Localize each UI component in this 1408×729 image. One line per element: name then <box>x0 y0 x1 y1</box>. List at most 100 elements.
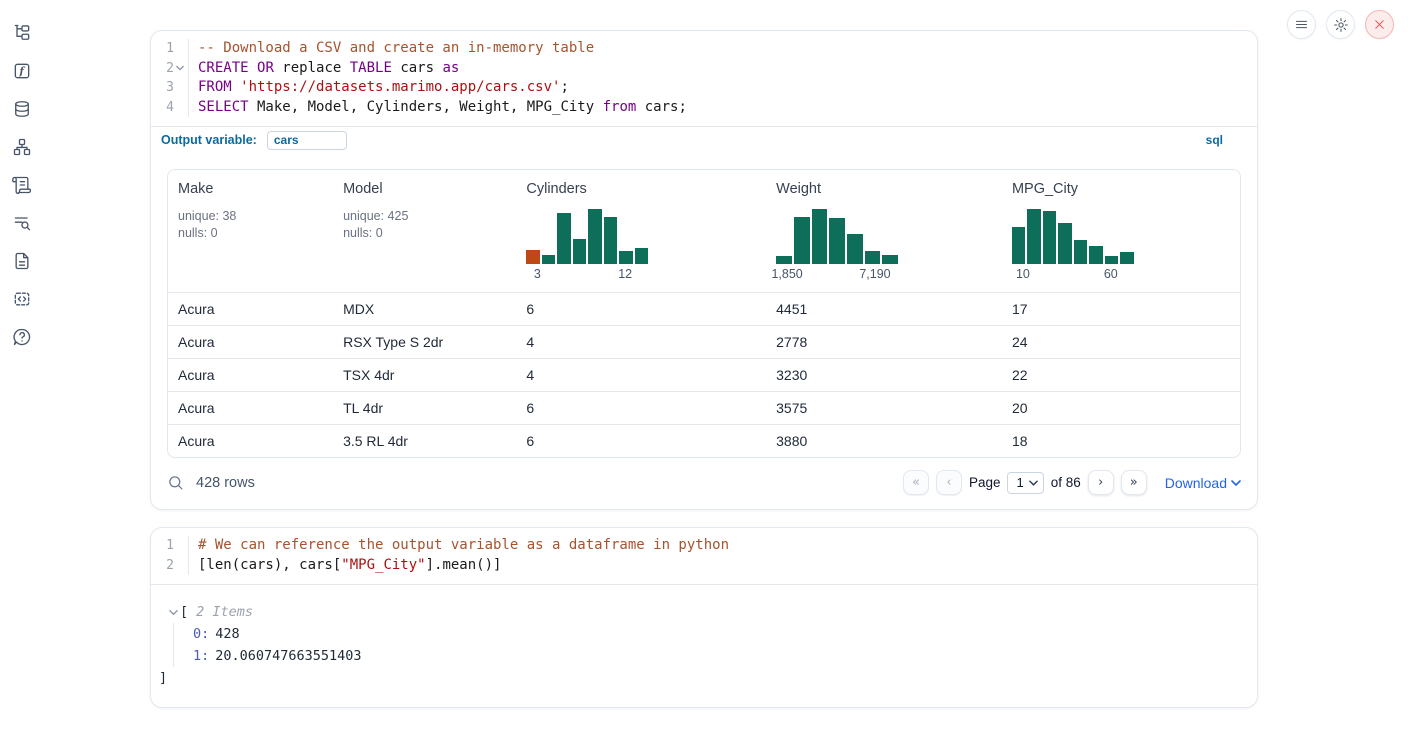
table-row[interactable]: AcuraRSX Type S 2dr4277824 <box>168 325 1240 358</box>
file-explorer-icon[interactable] <box>11 22 33 44</box>
table-cell: 17 <box>1002 292 1240 325</box>
weight-histogram: 1,8507,190 <box>776 209 898 282</box>
logs-search-icon[interactable] <box>11 212 33 234</box>
last-page-button[interactable]: » <box>1121 470 1147 495</box>
output-variable-input[interactable] <box>267 131 347 150</box>
tree-entry: 0:428 <box>193 623 1257 645</box>
table-row[interactable]: AcuraMDX6445117 <box>168 292 1240 325</box>
code-line[interactable]: 2CREATE OR replace TABLE cars as <box>151 59 1257 79</box>
python-cell: 1# We can reference the output variable … <box>150 527 1258 708</box>
menu-icon[interactable] <box>1287 10 1316 39</box>
line-number: 2 <box>151 59 189 79</box>
mpg-city-histogram: 10 60 <box>1012 209 1134 282</box>
histogram-bar <box>1089 246 1103 263</box>
code-line[interactable]: 1-- Download a CSV and create an in-memo… <box>151 39 1257 59</box>
histogram-bar <box>526 250 540 264</box>
code-line[interactable]: 4SELECT Make, Model, Cylinders, Weight, … <box>151 98 1257 118</box>
next-page-button[interactable]: › <box>1088 470 1114 495</box>
table-cell: RSX Type S 2dr <box>333 325 516 358</box>
histogram-bar <box>557 213 571 263</box>
sql-output: Make unique: 38 nulls: 0 Model <box>151 169 1257 509</box>
download-button[interactable]: Download <box>1165 475 1241 491</box>
snippets-icon[interactable] <box>11 288 33 310</box>
histogram-bar <box>542 255 556 264</box>
scratchpad-scroll-icon[interactable] <box>11 174 33 196</box>
table-footer: 428 rows « ‹ Page 1 of 86 › » Download <box>151 458 1257 509</box>
dependency-graph-icon[interactable] <box>11 136 33 158</box>
page-count-label: of 86 <box>1051 475 1081 490</box>
close-icon[interactable] <box>1365 10 1394 39</box>
table-cell: Acura <box>168 325 333 358</box>
table-cell: 3230 <box>766 358 1002 391</box>
pagination: « ‹ Page 1 of 86 › » <box>903 470 1147 495</box>
table-cell: Acura <box>168 391 333 424</box>
histogram-bar <box>829 218 845 263</box>
histogram-bar <box>588 209 602 264</box>
column-header-model[interactable]: Model unique: 425 nulls: 0 <box>333 170 516 292</box>
language-badge[interactable]: sql <box>1206 133 1223 147</box>
functions-icon[interactable]: f <box>11 60 33 82</box>
axis-max-label: 60 <box>1104 267 1118 281</box>
table-cell: TSX 4dr <box>333 358 516 391</box>
histogram-bar <box>847 234 863 264</box>
tree-close-bracket: ] <box>159 667 1257 689</box>
notebook: 1-- Download a CSV and create an in-memo… <box>150 0 1258 708</box>
table-cell: Acura <box>168 424 333 457</box>
help-icon[interactable] <box>11 326 33 348</box>
histogram-bar <box>865 251 881 264</box>
axis-max-label: 7,190 <box>859 267 890 281</box>
cylinders-histogram: 312 <box>526 209 648 282</box>
table-cell: Acura <box>168 292 333 325</box>
code-line[interactable]: 2[len(cars), cars["MPG_City"].mean()] <box>151 556 1257 576</box>
code-line[interactable]: 3FROM 'https://datasets.marimo.app/cars.… <box>151 78 1257 98</box>
chevron-down-icon <box>169 609 178 616</box>
first-page-button[interactable]: « <box>903 470 929 495</box>
histogram-bar <box>794 217 810 263</box>
table-cell: 18 <box>1002 424 1240 457</box>
line-number: 3 <box>151 78 189 98</box>
table-row[interactable]: Acura3.5 RL 4dr6388018 <box>168 424 1240 457</box>
column-header-cylinders[interactable]: Cylinders 312 <box>516 170 766 292</box>
histogram-bar <box>1074 240 1088 264</box>
page-label: Page <box>969 475 1001 490</box>
line-number: 4 <box>151 98 189 118</box>
table-cell: 6 <box>516 391 766 424</box>
table-cell: 2778 <box>766 325 1002 358</box>
code-line[interactable]: 1# We can reference the output variable … <box>151 536 1257 556</box>
table-row[interactable]: AcuraTSX 4dr4323022 <box>168 358 1240 391</box>
table-cell: 3575 <box>766 391 1002 424</box>
python-code-editor[interactable]: 1# We can reference the output variable … <box>151 528 1257 584</box>
histogram-bar <box>1043 211 1057 263</box>
page-select[interactable]: 1 <box>1007 472 1043 494</box>
axis-min-label: 3 <box>534 267 541 281</box>
tree-entry: 1:20.060747663551403 <box>193 645 1257 667</box>
tree-items-count: 2 Items <box>196 601 253 623</box>
column-header-make[interactable]: Make unique: 38 nulls: 0 <box>168 170 333 292</box>
histogram-bar <box>1012 227 1026 263</box>
gear-icon[interactable] <box>1326 10 1355 39</box>
documentation-icon[interactable] <box>11 250 33 272</box>
datasources-icon[interactable] <box>11 98 33 120</box>
histogram-bar <box>1058 223 1072 264</box>
histogram-bar <box>573 239 587 263</box>
search-icon[interactable] <box>167 474 184 491</box>
histogram-bar <box>1105 256 1119 264</box>
prev-page-button[interactable]: ‹ <box>936 470 962 495</box>
table-cell: 4451 <box>766 292 1002 325</box>
output-variable-bar: Output variable: sql <box>151 126 1257 153</box>
sql-code-editor[interactable]: 1-- Download a CSV and create an in-memo… <box>151 31 1257 126</box>
tree-root[interactable]: [ 2 Items <box>169 601 1257 623</box>
histogram-bar <box>812 209 828 264</box>
table-row[interactable]: AcuraTL 4dr6357520 <box>168 391 1240 424</box>
model-unique: unique: 425 <box>343 209 408 223</box>
left-sidebar: f <box>0 0 44 729</box>
axis-min-label: 10 <box>1016 267 1030 281</box>
histogram-bar <box>619 251 633 263</box>
python-output-tree: [ 2 Items 0:4281:20.060747663551403 ] <box>151 584 1257 707</box>
table-cell: MDX <box>333 292 516 325</box>
sql-cell: 1-- Download a CSV and create an in-memo… <box>150 30 1258 510</box>
make-unique: unique: 38 <box>178 209 236 223</box>
table-cell: 4 <box>516 358 766 391</box>
column-header-weight[interactable]: Weight 1,8507,190 <box>766 170 1002 292</box>
column-header-mpg-city[interactable]: MPG_City 1060 <box>1002 170 1240 292</box>
